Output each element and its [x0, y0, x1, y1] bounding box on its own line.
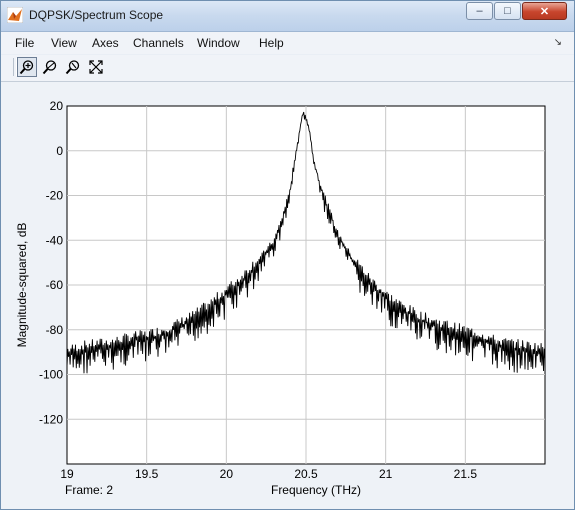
autoscale-tool[interactable] — [86, 57, 106, 77]
autoscale-icon — [89, 60, 103, 74]
x-tick-label: 21 — [379, 467, 393, 481]
maximize-icon: □ — [504, 5, 511, 17]
y-axis-ticks: 20 0 -20 -40 -60 -80 -100 -120 — [39, 99, 63, 426]
minimize-icon: – — [476, 5, 483, 17]
frame-counter: Frame: 2 — [65, 483, 113, 497]
zoom-x-icon — [42, 60, 57, 75]
menu-channels[interactable]: Channels — [133, 36, 184, 50]
menu-help[interactable]: Help — [259, 36, 284, 50]
toolbar — [1, 55, 574, 82]
zoom-in-icon — [19, 60, 34, 75]
y-tick-label: -60 — [46, 278, 64, 292]
x-axis-label: Frequency (THz) — [271, 483, 361, 497]
menu-axes[interactable]: Axes — [92, 36, 119, 50]
y-tick-label: -20 — [46, 189, 64, 203]
close-icon: ✕ — [539, 5, 550, 18]
figure-area: 19 19.5 20 20.5 21 21.5 20 0 -20 -40 -60 -80 -100 -1… — [1, 82, 574, 509]
zoom-y-icon — [65, 60, 80, 75]
y-tick-label: -100 — [39, 368, 63, 382]
x-tick-label: 21.5 — [454, 467, 478, 481]
title-bar[interactable]: DQPSK/Spectrum Scope – □ ✕ — [1, 1, 574, 32]
window-title: DQPSK/Spectrum Scope — [29, 8, 164, 22]
y-tick-label: 0 — [56, 144, 63, 158]
dock-arrow-icon[interactable]: ↘ — [554, 37, 562, 48]
minimize-button[interactable]: – — [466, 2, 493, 20]
menu-view[interactable]: View — [51, 36, 77, 50]
maximize-button[interactable]: □ — [494, 2, 521, 20]
y-tick-label: 20 — [50, 99, 64, 113]
y-axis-label: Magnitude-squared, dB — [15, 223, 29, 348]
y-tick-label: -80 — [46, 323, 64, 337]
x-tick-label: 20 — [220, 467, 234, 481]
x-tick-label: 19 — [60, 467, 74, 481]
y-tick-label: -40 — [46, 233, 64, 247]
menu-window[interactable]: Window — [197, 36, 240, 50]
zoom-y-tool[interactable] — [63, 57, 83, 77]
spectrum-plot[interactable]: 19 19.5 20 20.5 21 21.5 20 0 -20 -40 -60 -80 -100 -1… — [1, 82, 574, 509]
matlab-logo-icon — [7, 7, 23, 23]
x-axis-ticks: 19 19.5 20 20.5 21 21.5 — [60, 467, 477, 481]
menu-bar: File View Axes Channels Window Help ↘ — [1, 32, 574, 54]
x-tick-label: 19.5 — [135, 467, 159, 481]
scope-window: DQPSK/Spectrum Scope – □ ✕ File View Axe… — [0, 0, 575, 510]
close-button[interactable]: ✕ — [522, 2, 567, 20]
y-tick-label: -120 — [39, 412, 63, 426]
menu-file[interactable]: File — [15, 36, 34, 50]
zoom-x-tool[interactable] — [40, 57, 60, 77]
x-tick-label: 20.5 — [294, 467, 318, 481]
zoom-in-tool[interactable] — [17, 57, 37, 77]
